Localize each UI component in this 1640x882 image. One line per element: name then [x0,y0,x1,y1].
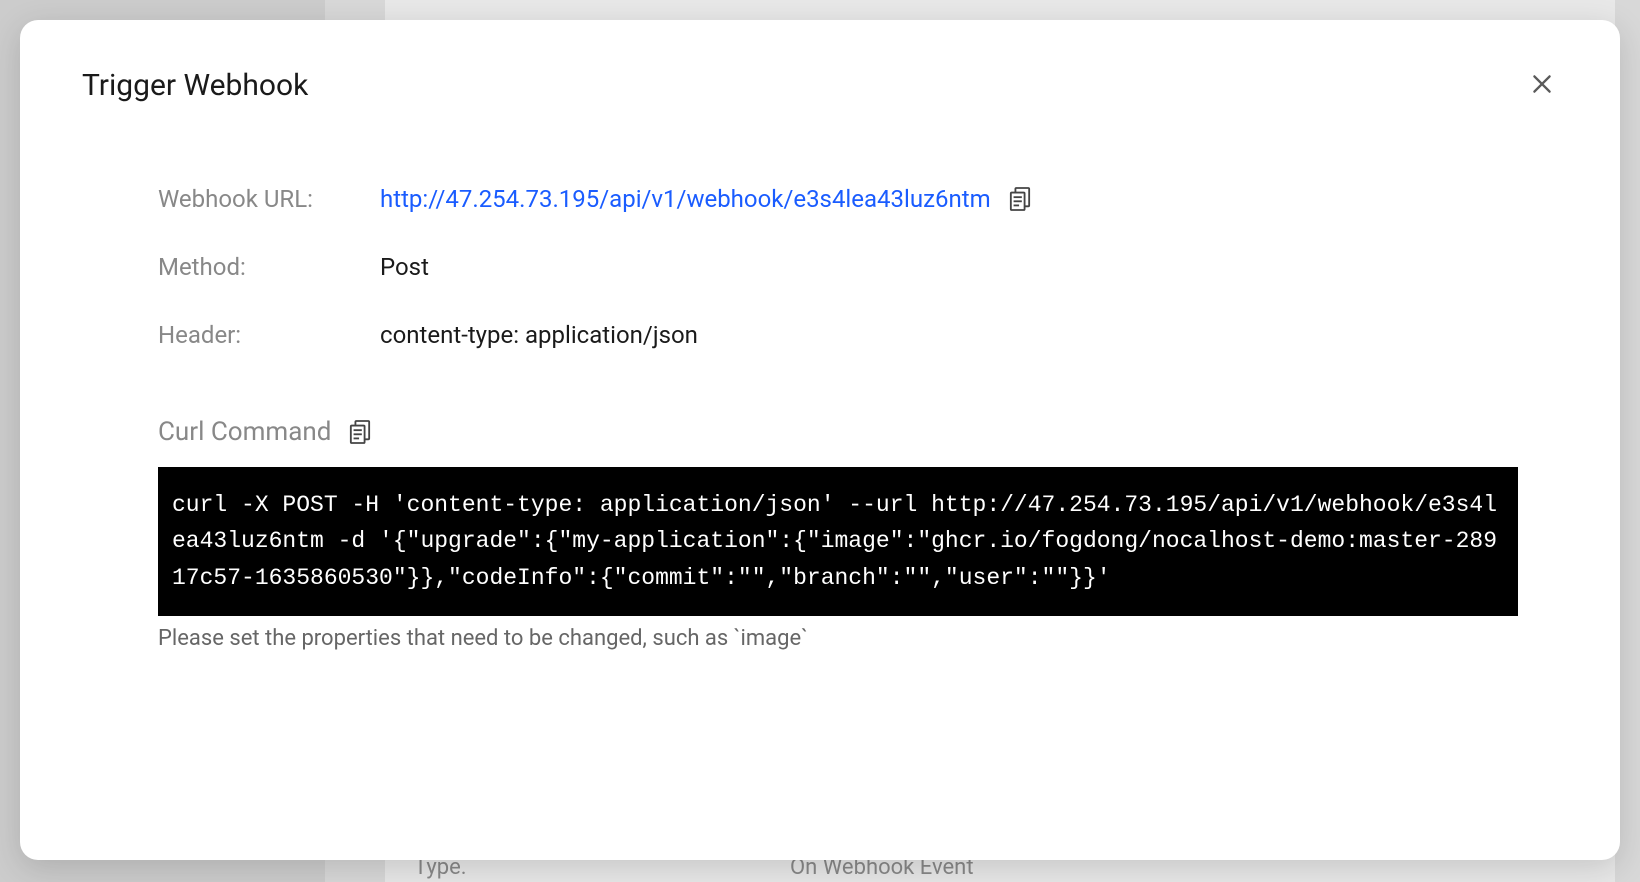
webhook-url-label: Webhook URL: [158,185,380,213]
modal-header: Trigger Webhook [82,68,1558,103]
copy-icon [349,419,371,445]
webhook-url-value[interactable]: http://47.254.73.195/api/v1/webhook/e3s4… [380,185,991,213]
curl-section-title: Curl Command [158,417,331,447]
copy-curl-button[interactable] [349,419,371,445]
header-label: Header: [158,321,380,349]
method-value: Post [380,253,429,281]
method-label: Method: [158,253,380,281]
curl-code-block[interactable]: curl -X POST -H 'content-type: applicati… [158,467,1518,616]
close-button[interactable] [1526,68,1558,100]
modal-title: Trigger Webhook [82,68,308,103]
close-icon [1529,71,1555,97]
curl-help-text: Please set the properties that need to b… [158,626,1558,651]
method-row: Method: Post [158,253,1558,281]
copy-icon [1009,186,1031,212]
header-row: Header: content-type: application/json [158,321,1558,349]
modal-content: Webhook URL: http://47.254.73.195/api/v1… [82,103,1558,651]
trigger-webhook-modal: Trigger Webhook Webhook URL: http://47.2… [20,20,1620,860]
header-value: content-type: application/json [380,321,698,349]
webhook-url-row: Webhook URL: http://47.254.73.195/api/v1… [158,185,1558,213]
curl-section-heading: Curl Command [158,417,1558,447]
copy-url-button[interactable] [1009,186,1031,212]
